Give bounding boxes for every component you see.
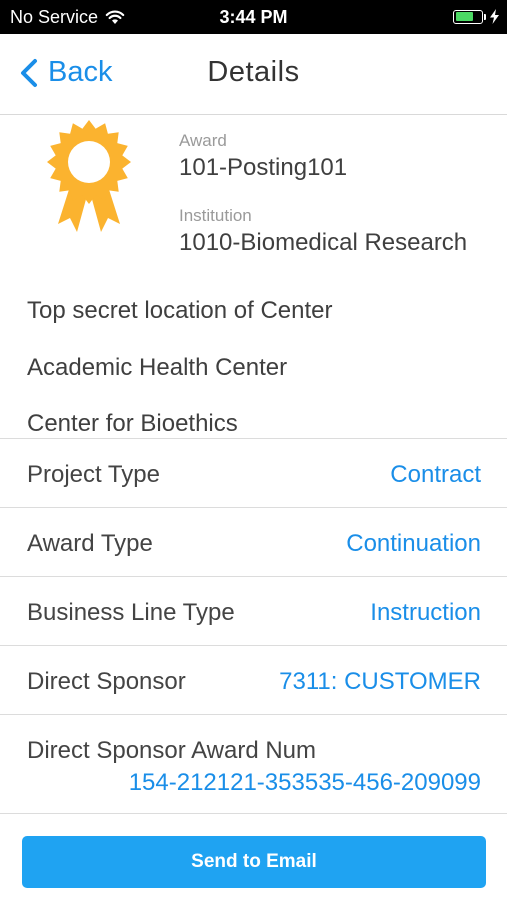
battery-tip <box>484 13 486 20</box>
detail-row-direct-sponsor[interactable]: Direct Sponsor 7311: CUSTOMER <box>0 645 507 714</box>
row-value: 7311: CUSTOMER <box>279 668 481 695</box>
award-ribbon-icon <box>46 120 132 245</box>
row-value: Instruction <box>370 599 481 626</box>
divider <box>0 813 507 814</box>
row-label: Business Line Type <box>27 599 235 626</box>
page-title: Details <box>207 56 300 88</box>
status-time: 3:44 PM <box>219 7 288 27</box>
institution-label: Institution <box>179 206 252 225</box>
row-value: Contract <box>390 461 481 488</box>
status-right <box>453 9 499 24</box>
location-line: Top secret location of Center <box>27 297 333 324</box>
location-line: Center for Bioethics <box>27 410 238 437</box>
institution-value: 1010-Biomedical Research <box>179 229 468 256</box>
detail-row-direct-sponsor-award-num[interactable]: Direct Sponsor Award Num 154-212121-3535… <box>0 714 507 813</box>
award-label: Award <box>179 131 227 150</box>
nav-bar: Back Details <box>0 34 507 115</box>
send-to-email-button[interactable]: Send to Email <box>22 836 486 888</box>
battery-icon <box>453 9 483 24</box>
status-bar: No Service 3:44 PM <box>0 0 507 34</box>
row-label: Direct Sponsor <box>27 668 186 695</box>
charging-bolt-icon <box>490 9 499 24</box>
details-list: Project Type Contract Award Type Continu… <box>0 438 507 814</box>
detail-row-project-type[interactable]: Project Type Contract <box>0 438 507 507</box>
row-value: 154-212121-353535-456-209099 <box>128 769 481 796</box>
row-value: Continuation <box>346 530 481 557</box>
award-value: 101-Posting101 <box>179 154 348 181</box>
row-label: Project Type <box>27 461 160 488</box>
detail-row-business-line-type[interactable]: Business Line Type Instruction <box>0 576 507 645</box>
battery-fill <box>455 12 473 21</box>
location-line: Academic Health Center <box>27 354 288 381</box>
row-label: Award Type <box>27 530 153 557</box>
row-label: Direct Sponsor Award Num <box>27 737 317 764</box>
detail-row-award-type[interactable]: Award Type Continuation <box>0 507 507 576</box>
